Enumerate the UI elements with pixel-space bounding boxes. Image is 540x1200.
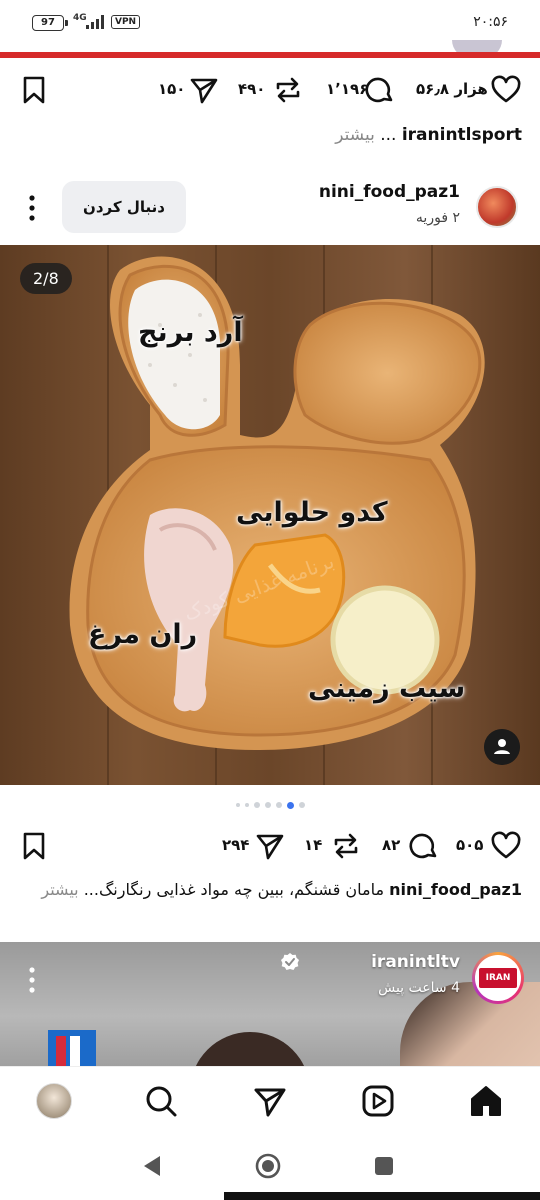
repost-count: ۱۴ [304, 836, 323, 854]
label-chicken-leg: ران مرغ [88, 619, 198, 650]
heart-icon[interactable] [490, 74, 522, 106]
share-count: ۲۹۴ [222, 836, 250, 854]
post-username[interactable]: nini_food_paz1 [319, 182, 460, 202]
carousel-dot [275, 802, 282, 808]
recents-icon[interactable] [370, 1152, 398, 1180]
carousel-dot-active [286, 801, 294, 809]
home-circle-icon[interactable] [254, 1152, 282, 1180]
carousel-dot [298, 802, 305, 808]
post-header: nini_food_paz1 ۲ فوریه دنبال کردن [0, 170, 540, 240]
user-tag-icon[interactable] [484, 729, 520, 765]
next-post-username[interactable]: iranintltv [371, 952, 460, 972]
share-count: ۱۵۰ [158, 80, 186, 98]
label-rice-flour: آرد برنج [138, 317, 243, 348]
caption-text: مامان قشنگم، ببین چه مواد غذایی رنگارنگ.… [78, 880, 390, 899]
caption-username[interactable]: nini_food_paz1 [389, 880, 522, 899]
carousel-dots [0, 800, 540, 810]
channel-flag-graphic [48, 1030, 96, 1066]
reels-icon[interactable] [360, 1083, 396, 1119]
repost-icon[interactable] [330, 830, 362, 862]
carousel-counter: 2/8 [20, 263, 72, 294]
avatar[interactable] [476, 186, 518, 228]
comment-icon[interactable] [408, 830, 440, 862]
post-caption: nini_food_paz1 مامان قشنگم، ببین چه مواد… [41, 880, 522, 899]
repost-count: ۴۹۰ [238, 80, 266, 98]
heart-icon[interactable] [490, 830, 522, 862]
carousel-dot [253, 802, 260, 808]
more-link[interactable]: بیشتر [41, 880, 78, 899]
more-options-icon[interactable] [24, 966, 40, 994]
send-icon[interactable] [254, 830, 286, 862]
network-type: 4G [73, 13, 87, 23]
comment-count: ۸۲ [382, 836, 401, 854]
bookmark-icon[interactable] [18, 830, 50, 862]
verified-badge-icon [281, 953, 299, 970]
more-link[interactable]: بیشتر [335, 125, 375, 145]
label-pumpkin: کدو حلوایی [236, 497, 388, 528]
like-count: ۵۰۵ [456, 836, 484, 854]
bookmark-icon[interactable] [18, 74, 50, 106]
next-post-time: 4 ساعت پیش [378, 980, 460, 996]
carousel-dot [235, 803, 240, 807]
direct-messages-icon[interactable] [252, 1083, 288, 1119]
post-image[interactable]: برنامه غذایی کودک آرد برنج کدو حلوایی را… [0, 245, 540, 785]
carousel-dot [264, 802, 271, 808]
search-icon[interactable] [143, 1083, 179, 1119]
prev-post-actions: ۱۵۰ ۴۹۰ ۱٬۱۹۶ ۵۶٫۸ هزار [0, 68, 540, 112]
caption-text: ... [374, 125, 402, 145]
clock: ۲۰:۵۶ [473, 14, 508, 30]
bottom-navigation [0, 1066, 540, 1134]
gesture-bar [224, 1192, 540, 1200]
send-icon[interactable] [188, 74, 220, 106]
carousel-dot [244, 803, 249, 807]
more-options-icon[interactable] [24, 194, 40, 222]
post-date: ۲ فوریه [415, 210, 460, 226]
previous-post-bottom-edge [0, 52, 540, 58]
comment-icon[interactable] [364, 74, 396, 106]
profile-avatar[interactable] [36, 1083, 72, 1119]
follow-button[interactable]: دنبال کردن [62, 181, 186, 233]
vpn-badge: VPN [111, 15, 141, 29]
channel-logo: IRAN [479, 968, 517, 988]
system-navigation [0, 1134, 540, 1200]
video-thumbnail-head [190, 1032, 310, 1066]
battery-indicator: 97 [32, 15, 68, 31]
label-potato: سیب زمینی [308, 673, 466, 704]
caption-username[interactable]: iranintlsport [402, 125, 522, 145]
post-actions: ۲۹۴ ۱۴ ۸۲ ۵۰۵ [0, 824, 540, 868]
next-post-preview[interactable]: IRAN iranintltv 4 ساعت پیش [0, 942, 540, 1066]
like-count: ۵۶٫۸ هزار [416, 80, 488, 98]
back-icon[interactable] [138, 1152, 166, 1180]
comment-count: ۱٬۱۹۶ [326, 80, 369, 98]
home-icon[interactable] [468, 1083, 504, 1119]
signal-icon [86, 15, 104, 29]
prev-post-caption: iranintlsport ... بیشتر [335, 125, 522, 145]
repost-icon[interactable] [272, 74, 304, 106]
